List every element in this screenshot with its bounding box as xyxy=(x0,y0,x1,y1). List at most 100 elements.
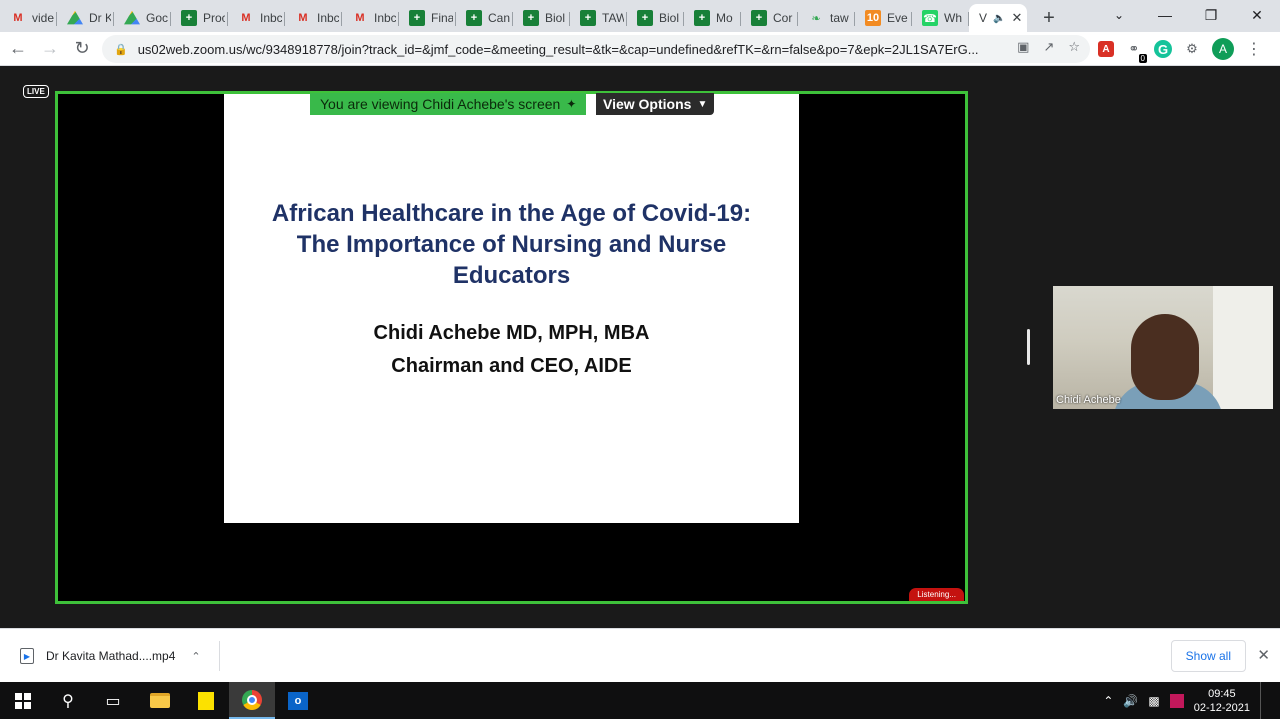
puzzle-extensions-icon[interactable]: ⚙ xyxy=(1182,39,1202,59)
tab-title: Can xyxy=(488,11,510,25)
clock[interactable]: 09:45 02-12-2021 xyxy=(1194,687,1250,715)
browser-tab[interactable]: + Cor xyxy=(741,4,798,32)
zoom-meeting-area: LIVE African Healthcare in the Age of Co… xyxy=(0,67,1280,628)
show-desktop-button[interactable] xyxy=(1260,682,1270,719)
outlook-icon[interactable]: o xyxy=(275,682,321,719)
volume-icon[interactable]: 🔊 xyxy=(1123,694,1138,708)
close-download-bar-icon[interactable]: ✕ xyxy=(1257,646,1270,664)
view-options-label: View Options xyxy=(603,96,692,112)
google-sheets-icon: + xyxy=(751,10,767,26)
menu-dots-icon[interactable]: ⋮ xyxy=(1244,39,1264,59)
new-tab-button[interactable]: + xyxy=(1031,4,1067,32)
close-window-icon[interactable]: ✕ xyxy=(1234,0,1280,30)
system-tray: ⌃ 🔊 ▩ 09:45 02-12-2021 xyxy=(1103,682,1270,719)
tab-title: Biol xyxy=(659,11,680,25)
gmail-icon: M xyxy=(13,12,23,24)
slide-author: Chidi Achebe MD, MPH, MBA xyxy=(373,322,650,344)
lock-icon[interactable]: 🔒 xyxy=(114,43,128,56)
sticky-notes-icon[interactable] xyxy=(183,682,229,719)
file-explorer-icon[interactable] xyxy=(137,682,183,719)
tab-title: Wh xyxy=(944,11,962,25)
browser-tab[interactable]: + Biol xyxy=(627,4,684,32)
viewing-banner-text: You are viewing Chidi Achebe's screen xyxy=(320,96,561,112)
clock-date: 02-12-2021 xyxy=(1193,701,1250,714)
window-controls: — ❐ ✕ xyxy=(1142,0,1280,30)
tab-title: Inbc xyxy=(374,11,396,25)
search-icon[interactable]: ⚲ xyxy=(45,682,91,719)
google-sheets-icon: + xyxy=(409,10,425,26)
chrome-taskbar-icon[interactable] xyxy=(229,682,275,719)
browser-tab[interactable]: Mvide xyxy=(0,4,57,32)
start-button[interactable] xyxy=(0,682,46,719)
browser-tab[interactable]: + Fina xyxy=(399,4,456,32)
browser-tab[interactable]: + Can xyxy=(456,4,513,32)
leaf-icon: ❧ xyxy=(811,12,821,25)
browser-tab[interactable]: 10 Eve xyxy=(855,4,912,32)
download-item[interactable]: ▶ Dr Kavita Mathad....mp4 ⌃ xyxy=(12,641,220,671)
reload-icon[interactable]: ↻ xyxy=(68,35,96,63)
clock-time: 09:45 xyxy=(1208,687,1236,700)
browser-tab[interactable]: + Biol xyxy=(513,4,570,32)
google-sheets-icon: + xyxy=(580,10,596,26)
tab-title: Goc xyxy=(146,11,168,25)
app-tray-icon[interactable] xyxy=(1169,693,1184,708)
tab-title: Proc xyxy=(203,11,225,25)
back-arrow-icon[interactable]: ← xyxy=(4,35,32,63)
tab-title: vide xyxy=(32,11,54,25)
tray-chevron-up-icon[interactable]: ⌃ xyxy=(1103,694,1113,708)
browser-tab[interactable]: Dr K xyxy=(57,4,114,32)
close-tab-icon[interactable]: ✕ xyxy=(1011,10,1022,26)
url-text[interactable]: us02web.zoom.us/wc/9348918778/join?track… xyxy=(138,42,1008,57)
network-icon[interactable]: ▩ xyxy=(1148,694,1159,708)
browser-tab[interactable]: + Mo xyxy=(684,4,741,32)
browser-tab[interactable]: + TAW xyxy=(570,4,627,32)
pin-icon: ✦ xyxy=(566,97,577,111)
speaker-icon[interactable]: 🔈 xyxy=(993,13,1005,24)
chevron-down-icon: ▼ xyxy=(697,98,708,110)
chevron-up-icon[interactable]: ⌃ xyxy=(191,650,200,663)
address-bar[interactable]: 🔒 us02web.zoom.us/wc/9348918778/join?tra… xyxy=(102,35,1090,63)
browser-tab[interactable]: M Inbc xyxy=(228,4,285,32)
download-shelf: ▶ Dr Kavita Mathad....mp4 ⌃ Show all ✕ xyxy=(0,628,1280,682)
show-all-button[interactable]: Show all xyxy=(1170,640,1246,672)
screen-share-frame: African Healthcare in the Age of Covid-1… xyxy=(55,91,968,604)
link-extension-icon[interactable]: ⚭ 0 xyxy=(1124,39,1147,63)
participant-video-tile[interactable]: Chidi Achebe xyxy=(1053,286,1273,409)
grammarly-icon[interactable]: G xyxy=(1154,40,1172,58)
browser-tab[interactable]: Goc xyxy=(114,4,171,32)
browser-tab[interactable]: ❧ taw xyxy=(798,4,855,32)
browser-tab-strip: Mvide Dr K Goc + Proc M Inbc M Inbc M Inbc + Fina + Ca… xyxy=(0,0,1280,32)
download-file-name[interactable]: Dr Kavita Mathad....mp4 xyxy=(46,649,175,663)
extension-badge: 0 xyxy=(1138,54,1147,63)
tabs-container: Mvide Dr K Goc + Proc M Inbc M Inbc M Inbc + Fina + Ca… xyxy=(0,0,969,32)
whatsapp-icon: ☎ xyxy=(922,10,938,26)
browser-toolbar: ← → ↻ 🔒 us02web.zoom.us/wc/9348918778/jo… xyxy=(0,32,1280,66)
browser-tab[interactable]: ☎ Wh xyxy=(912,4,969,32)
slide-title: African Healthcare in the Age of Covid-1… xyxy=(271,200,752,289)
browser-tab[interactable]: + Proc xyxy=(171,4,228,32)
forward-arrow-icon[interactable]: → xyxy=(36,35,64,63)
view-options-button[interactable]: View Options ▼ xyxy=(596,93,715,115)
restore-icon[interactable]: ❐ xyxy=(1188,0,1234,30)
task-view-icon[interactable]: ▭ xyxy=(90,682,136,719)
pdf-extension-icon[interactable]: A xyxy=(1098,41,1114,57)
tab-active-zoom[interactable]: V 🔈 ✕ xyxy=(969,4,1027,32)
profile-avatar[interactable]: A xyxy=(1212,38,1234,60)
tab-title: Eve xyxy=(887,11,908,25)
blocked-popup-icon[interactable]: ▣ xyxy=(1017,39,1029,55)
tab-title: Inbc xyxy=(260,11,282,25)
minimize-icon[interactable]: — xyxy=(1142,0,1188,30)
gmail-icon: M xyxy=(355,12,365,24)
tab-title: Inbc xyxy=(317,11,339,25)
browser-tab[interactable]: M Inbc xyxy=(342,4,399,32)
live-badge: LIVE xyxy=(23,85,49,98)
participant-head xyxy=(1131,314,1199,400)
tab-search-chevron-icon[interactable]: ⌄ xyxy=(1096,0,1142,30)
google-sheets-icon: + xyxy=(181,10,197,26)
tab-title: Cor xyxy=(773,11,793,25)
panel-resize-handle[interactable] xyxy=(1027,329,1030,365)
bookmark-star-icon[interactable]: ☆ xyxy=(1068,39,1080,55)
browser-tab[interactable]: M Inbc xyxy=(285,4,342,32)
omnibox-actions: ▣ ↗ ☆ xyxy=(1017,39,1080,55)
share-icon[interactable]: ↗ xyxy=(1043,39,1054,55)
